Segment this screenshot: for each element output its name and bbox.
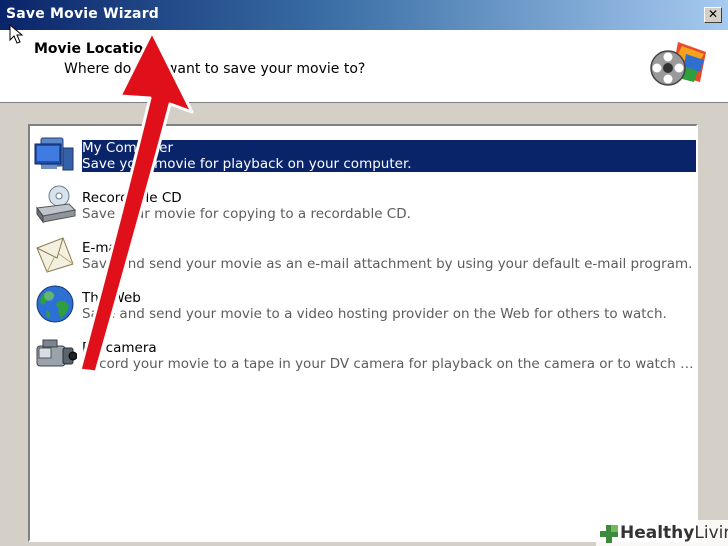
title-bar[interactable]: Save Movie Wizard ✕ [0, 0, 728, 30]
globe-icon [36, 285, 74, 323]
item-description: Save and send your movie as an e-mail at… [82, 256, 693, 272]
close-button[interactable]: ✕ [704, 7, 722, 23]
item-label: The Web [82, 290, 141, 306]
item-description: Save your movie for copying to a recorda… [82, 206, 411, 222]
list-item-email[interactable]: E-mail Save and send your movie as an e-… [32, 232, 696, 280]
computer-icon [34, 137, 74, 171]
list-item-recordable-cd[interactable]: Recordable CD Save your movie for copyin… [32, 182, 696, 230]
item-label: DV camera [82, 340, 157, 356]
item-label: E-mail [82, 240, 125, 256]
email-icon [36, 237, 74, 273]
item-description: Save and send your movie to a video host… [82, 306, 667, 322]
list-item-dv-camera[interactable]: DV camera Record your movie to a tape in… [32, 332, 696, 380]
movie-maker-logo-icon [650, 42, 706, 86]
wizard-header: Movie Location Where do you want to save… [0, 30, 728, 103]
list-item-my-computer[interactable]: My Computer Save your movie for playback… [32, 132, 696, 180]
plus-icon [600, 525, 618, 543]
cd-drive-icon [36, 185, 77, 224]
item-description: Save your movie for playback on your com… [82, 156, 412, 172]
list-item-the-web[interactable]: The Web Save and send your movie to a vi… [32, 282, 696, 330]
watermark-brand: Healthy [620, 523, 695, 543]
close-icon: ✕ [707, 7, 719, 21]
item-label: Recordable CD [82, 190, 182, 206]
watermark: HealthyLiving [596, 520, 728, 546]
page-title: Movie Location [34, 41, 154, 57]
save-location-list[interactable]: My Computer Save your movie for playback… [28, 124, 698, 542]
window-title: Save Movie Wizard [6, 6, 160, 22]
item-label: My Computer [82, 140, 174, 156]
camcorder-icon [36, 339, 77, 367]
watermark-brand-suffix: Living [694, 523, 728, 543]
page-subtitle: Where do you want to save your movie to? [64, 61, 366, 77]
item-description: Record your movie to a tape in your DV c… [82, 356, 696, 372]
mouse-cursor-icon [9, 24, 24, 44]
